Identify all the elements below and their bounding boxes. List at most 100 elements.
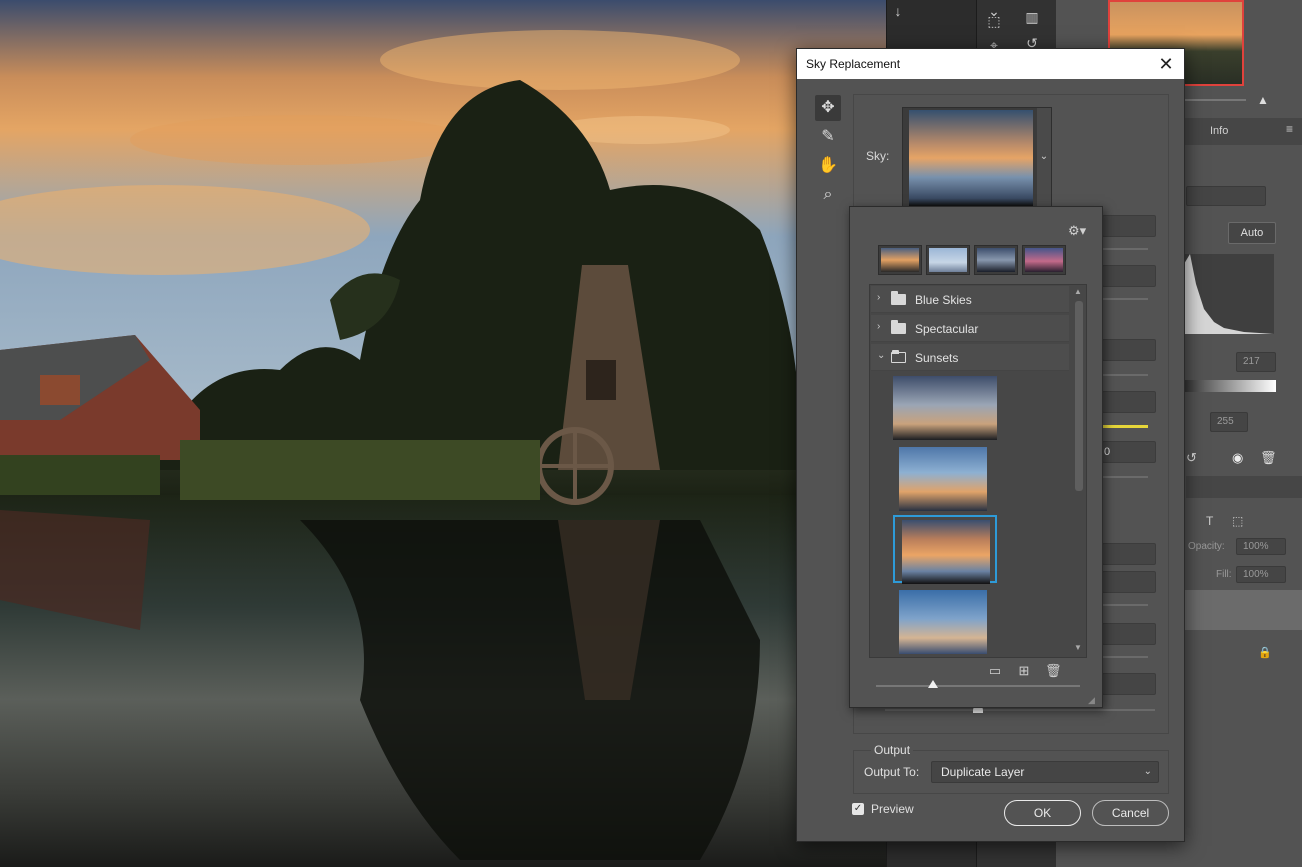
folder-icon <box>891 320 906 334</box>
fade-edge-field[interactable] <box>1102 265 1156 287</box>
trash-icon[interactable]: 🗑 <box>1260 450 1277 466</box>
chevron-down-icon[interactable]: ⌄ <box>1037 108 1051 206</box>
cancel-button[interactable]: Cancel <box>1092 800 1169 826</box>
slider-knob[interactable] <box>928 680 938 688</box>
ok-button[interactable]: OK <box>1004 800 1081 826</box>
sky-image <box>893 376 997 440</box>
preview-label[interactable]: Preview <box>871 802 914 816</box>
fill-label: Fill: <box>1216 569 1232 580</box>
dialog-titlebar[interactable]: Sky Replacement ✕ <box>797 49 1184 79</box>
layers-tab-bar <box>1186 476 1302 498</box>
histogram-icon[interactable]: ▥ <box>1021 6 1043 28</box>
folder-blue-skies[interactable]: › Blue Skies <box>871 286 1069 313</box>
temperature-slider[interactable] <box>1102 425 1148 428</box>
scroll-down-icon[interactable]: ▼ <box>1074 643 1082 652</box>
sky-image <box>899 447 987 511</box>
tab-info[interactable]: Info <box>1210 118 1228 144</box>
panel-menu-icon[interactable]: ≡ <box>1286 122 1293 136</box>
chevron-down-icon: ⌄ <box>877 350 886 361</box>
output-to-select[interactable]: Duplicate Layer ⌄ <box>931 761 1159 783</box>
brightness-slider[interactable] <box>1102 374 1148 376</box>
gear-icon[interactable]: ⚙▾ <box>1068 223 1086 239</box>
layer-row-selected[interactable] <box>1184 590 1302 630</box>
trash-icon[interactable]: 🗑 <box>1045 663 1062 679</box>
move-sky-icon[interactable]: ✥ <box>815 95 841 121</box>
preset-select[interactable] <box>1186 186 1266 206</box>
output-to-value: Duplicate Layer <box>941 765 1025 779</box>
recent-sky-thumbnail <box>1025 248 1063 272</box>
new-folder-icon[interactable]: ▭ <box>987 663 1003 679</box>
fade-edge-slider[interactable] <box>1102 298 1148 300</box>
temperature-field[interactable] <box>1102 391 1156 413</box>
list-scrollbar[interactable]: ▲ ▼ <box>1071 285 1086 657</box>
shift-edge-slider[interactable] <box>1102 248 1148 250</box>
reset-icon[interactable]: ↺ <box>1186 450 1197 466</box>
sky-thumbnail-3-selected[interactable] <box>893 515 997 584</box>
sky-thumbnail-1[interactable] <box>893 374 997 442</box>
folder-sunsets[interactable]: ⌄ Sunsets <box>871 344 1069 371</box>
sky-thumbnail-2[interactable] <box>893 445 997 513</box>
recent-sky-1[interactable] <box>878 245 922 275</box>
edge-field[interactable] <box>1102 673 1156 695</box>
lighting-adjust-field[interactable] <box>1102 571 1156 593</box>
bottom-slider[interactable] <box>885 709 1155 711</box>
sky-preset-picker[interactable]: ⌄ <box>902 107 1052 207</box>
opacity-label: Opacity: <box>1188 541 1225 552</box>
sky-label: Sky: <box>866 149 890 163</box>
color-adjust-field[interactable] <box>1102 623 1156 645</box>
chevron-down-icon: ⌄ <box>1143 766 1152 777</box>
fill-field[interactable]: 100% <box>1236 566 1286 583</box>
folder-spectacular[interactable]: › Spectacular <box>871 315 1069 342</box>
hand-icon[interactable]: ✋ <box>815 153 841 179</box>
dialog-title: Sky Replacement <box>806 57 901 71</box>
folder-icon <box>891 291 906 305</box>
shift-edge-field[interactable] <box>1102 215 1156 237</box>
histogram-graph <box>1184 254 1274 334</box>
recent-sky-2[interactable] <box>926 245 970 275</box>
document-canvas[interactable] <box>0 0 886 867</box>
sky-thumbnail-4[interactable] <box>893 588 997 656</box>
zoom-icon[interactable]: ⌕ <box>815 182 841 208</box>
preview-checkbox[interactable]: ✓ <box>852 803 864 815</box>
recent-sky-3[interactable] <box>974 245 1018 275</box>
canvas-photo <box>0 0 886 867</box>
output-gradient <box>1184 380 1276 392</box>
close-icon[interactable]: ✕ <box>1154 52 1178 76</box>
output-to-label: Output To: <box>864 765 920 779</box>
sky-image <box>899 590 987 654</box>
auto-button[interactable]: Auto <box>1228 222 1276 244</box>
level-out-field[interactable]: 255 <box>1210 412 1248 432</box>
lighting-adjust-slider[interactable] <box>1102 604 1148 606</box>
type-layer-icon[interactable]: T <box>1206 514 1213 528</box>
sky-picker-flyout: ⚙▾ › Blue Skies › Spectacular ⌄ Sunsets … <box>849 206 1103 708</box>
brightness-field[interactable] <box>1102 339 1156 361</box>
scale-slider[interactable] <box>1102 476 1148 478</box>
color-adjust-slider[interactable] <box>1102 656 1148 658</box>
scale-field[interactable]: 0 <box>1102 441 1156 463</box>
opacity-field[interactable]: 100% <box>1236 538 1286 555</box>
recent-sky-4[interactable] <box>1022 245 1066 275</box>
marquee-icon[interactable]: ⬚ <box>983 10 1005 32</box>
sky-brush-icon[interactable]: ✎ <box>815 124 841 150</box>
zoom-in-icon[interactable]: ▲ <box>1257 93 1269 107</box>
layer-lock-icon: 🔒 <box>1258 647 1272 659</box>
open-folder-icon <box>891 350 906 363</box>
scroll-thumb[interactable] <box>1075 301 1083 491</box>
tool-pin-icon[interactable]: ↓ <box>887 0 909 22</box>
folder-label: Sunsets <box>915 351 959 365</box>
thumbnail-size-slider[interactable] <box>876 680 1080 688</box>
recent-sky-thumbnail <box>929 248 967 272</box>
chevron-right-icon: › <box>877 321 881 332</box>
visibility-eye-icon[interactable]: ◉ <box>1232 450 1243 466</box>
sky-preset-list[interactable]: › Blue Skies › Spectacular ⌄ Sunsets ▲ ▼ <box>869 284 1087 658</box>
level-mid-field[interactable]: 217 <box>1236 352 1276 372</box>
shape-layer-icon[interactable]: ⬚ <box>1232 514 1243 528</box>
lighting-mode-select[interactable] <box>1102 543 1156 565</box>
output-legend: Output <box>871 743 914 757</box>
scroll-up-icon[interactable]: ▲ <box>1074 287 1082 296</box>
sky-image <box>902 520 990 584</box>
current-sky-thumbnail <box>909 110 1033 206</box>
resize-grip-icon[interactable]: ◢ <box>1088 695 1095 706</box>
folder-label: Blue Skies <box>915 293 972 307</box>
add-sky-icon[interactable]: ⊞ <box>1016 663 1032 679</box>
